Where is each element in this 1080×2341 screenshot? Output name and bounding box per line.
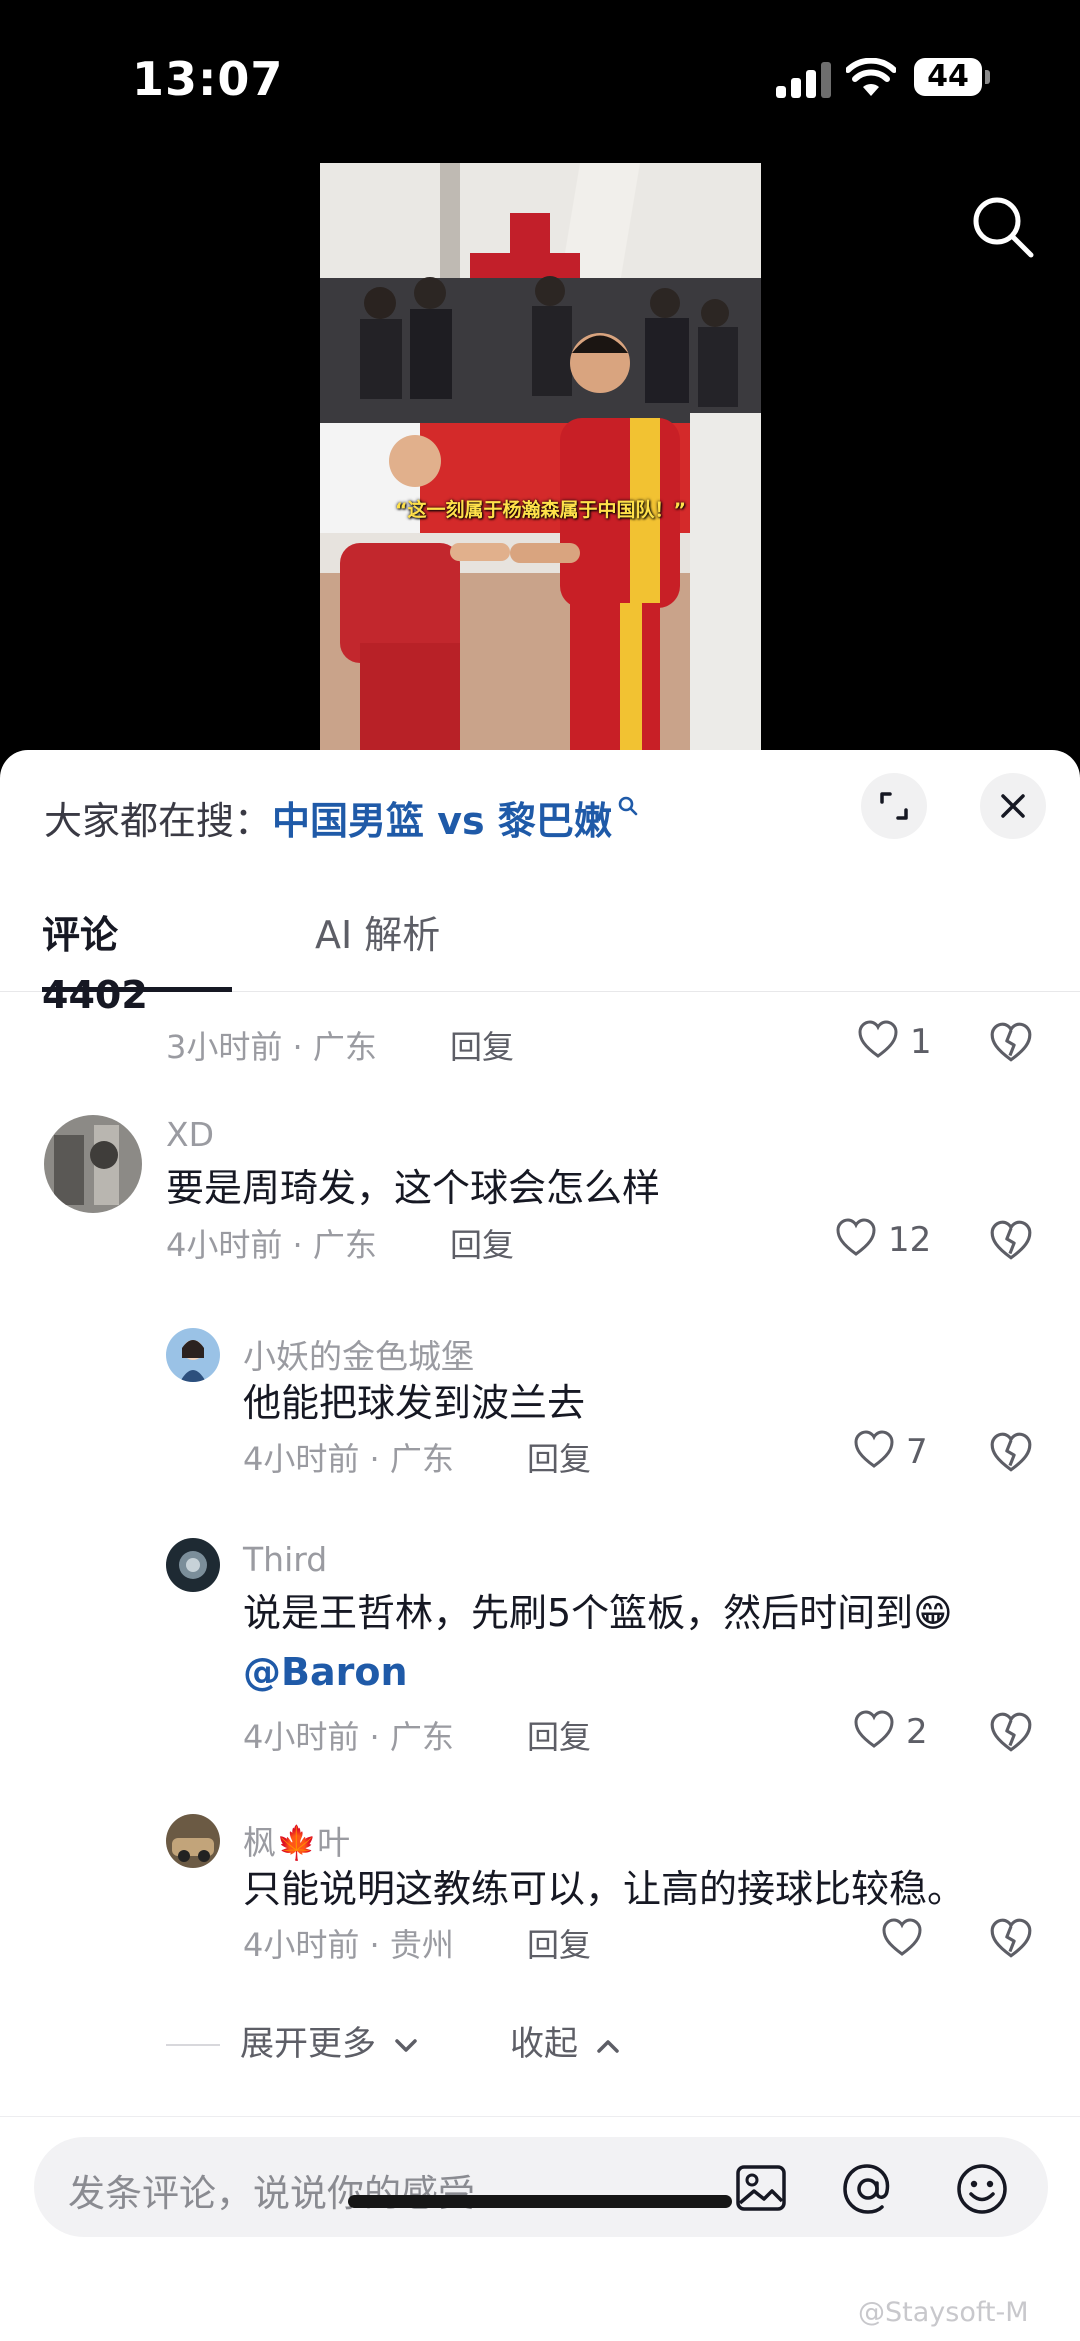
like-count: 7 — [906, 1432, 928, 1472]
trending-topic-link[interactable]: 中国男篮 vs 黎巴嫩 — [272, 799, 612, 843]
like-count: 2 — [906, 1712, 928, 1752]
like-button[interactable]: 7 — [852, 1428, 962, 1478]
comment-mention-line: @Baron — [243, 1650, 408, 1694]
comment-meta: 4小时前 · 广东 — [243, 1718, 454, 1756]
tab-bar: 评论 4402 AI 解析 — [0, 905, 1080, 1017]
expand-icon — [880, 792, 908, 820]
dislike-icon[interactable] — [988, 1218, 1034, 1264]
comment-meta: 4小时前 · 贵州 — [243, 1926, 454, 1964]
comment-username[interactable]: 枫🍁叶 — [243, 1816, 350, 1864]
status-bar: 13:07 44 — [0, 0, 1080, 150]
collapse-label: 收起 — [510, 2024, 578, 2064]
battery-level: 44 — [914, 58, 982, 96]
dislike-icon[interactable] — [988, 1916, 1034, 1962]
dislike-icon[interactable] — [988, 1710, 1034, 1756]
mention-icon[interactable] — [840, 2161, 896, 2217]
dislike-icon[interactable] — [988, 1020, 1034, 1066]
like-button[interactable]: 2 — [852, 1708, 962, 1758]
reply-button[interactable]: 回复 — [527, 1434, 591, 1480]
trending-label: 大家都在搜： — [44, 799, 273, 843]
emoji-icon[interactable] — [954, 2161, 1010, 2217]
avatar[interactable] — [166, 1814, 220, 1868]
thread-controls: 展开更多 收起 — [0, 2010, 1080, 2070]
comment-username[interactable]: Third — [243, 1540, 327, 1579]
dislike-icon[interactable] — [988, 1430, 1034, 1476]
close-button[interactable] — [980, 773, 1046, 839]
reply-item: Third 说是王哲林，先刷5个篮板，然后时间到😁 @Baron 4小时前 · … — [0, 1538, 1080, 1758]
chevron-down-icon — [395, 2038, 417, 2052]
reply-button[interactable]: 回复 — [527, 1920, 591, 1966]
mention-link[interactable]: @Baron — [243, 1650, 408, 1694]
comment-item: 3小时前 · 广东 回复 1 — [0, 1010, 1080, 1080]
close-icon — [1001, 794, 1025, 818]
comment-meta: 4小时前 · 广东 — [166, 1226, 377, 1264]
heart-icon — [854, 1710, 894, 1748]
watermark: @Staysoft-M — [858, 2297, 1029, 2328]
comment-text: 他能把球发到波兰去 — [243, 1381, 586, 1425]
collapse-button[interactable]: 收起 — [510, 2016, 621, 2065]
comment-text: 要是周琦发，这个球会怎么样 — [166, 1166, 661, 1210]
video-frame — [320, 163, 761, 763]
trending-search[interactable]: 大家都在搜：中国男篮 vs 黎巴嫩 — [44, 790, 640, 845]
comment-text: 说是王哲林，先刷5个篮板，然后时间到😁 — [243, 1591, 953, 1635]
divider — [166, 2044, 220, 2046]
comment-meta: 3小时前 · 广东 — [166, 1028, 377, 1066]
comment-meta: 4小时前 · 广东 — [243, 1440, 454, 1478]
reply-button[interactable]: 回复 — [527, 1712, 591, 1758]
reply-button[interactable]: 回复 — [450, 1022, 514, 1068]
battery-icon: 44 — [914, 58, 990, 96]
wifi-icon — [846, 58, 896, 96]
avatar[interactable] — [166, 1328, 220, 1382]
cellular-signal-icon — [776, 62, 831, 98]
comment-sheet: 大家都在搜：中国男篮 vs 黎巴嫩 评论 4402 AI 解析 3小时前 · 广… — [0, 750, 1080, 2341]
status-time: 13:07 — [132, 52, 284, 106]
reply-item: 小妖的金色城堡 他能把球发到波兰去 4小时前 · 广东 回复 7 — [0, 1328, 1080, 1478]
expand-more-label: 展开更多 — [240, 2024, 376, 2064]
heart-icon — [836, 1218, 876, 1256]
like-button[interactable]: 12 — [834, 1216, 964, 1266]
home-indicator[interactable] — [348, 2195, 732, 2208]
video-player[interactable]: “这一刻属于杨瀚森属于中国队！” — [320, 163, 761, 763]
reply-item: 枫🍁叶 只能说明这教练可以，让高的接球比较稳。 4小时前 · 贵州 回复 — [0, 1814, 1080, 1964]
heart-icon — [858, 1020, 898, 1058]
video-caption: “这一刻属于杨瀚森属于中国队！” — [395, 499, 686, 521]
chevron-up-icon — [597, 2039, 619, 2053]
like-button[interactable]: 1 — [856, 1018, 956, 1068]
avatar[interactable] — [44, 1115, 142, 1213]
fullscreen-button[interactable] — [861, 773, 927, 839]
comment-username[interactable]: 小妖的金色城堡 — [243, 1330, 474, 1378]
like-count: 1 — [910, 1022, 932, 1062]
comment-item: XD 要是周琦发，这个球会怎么样 4小时前 · 广东 回复 12 — [0, 1115, 1080, 1265]
comment-text: 只能说明这教练可以，让高的接球比较稳。 — [243, 1867, 966, 1911]
comment-username[interactable]: XD — [166, 1115, 214, 1154]
tab-ai-analysis[interactable]: AI 解析 — [315, 905, 440, 992]
like-count: 12 — [888, 1220, 932, 1260]
comment-input[interactable]: 发条评论，说说你的感受 — [34, 2137, 1048, 2237]
heart-icon — [854, 1430, 894, 1468]
avatar[interactable] — [166, 1538, 220, 1592]
reply-button[interactable]: 回复 — [450, 1220, 514, 1266]
expand-more-button[interactable]: 展开更多 — [240, 2016, 419, 2065]
search-icon[interactable] — [968, 192, 1038, 262]
heart-icon — [882, 1918, 922, 1956]
image-icon[interactable] — [734, 2161, 788, 2215]
like-button[interactable] — [880, 1916, 930, 1966]
search-small-icon — [618, 796, 638, 816]
comment-input-placeholder: 发条评论，说说你的感受 — [68, 2172, 475, 2215]
tab-comments[interactable]: 评论 4402 — [42, 905, 232, 1017]
